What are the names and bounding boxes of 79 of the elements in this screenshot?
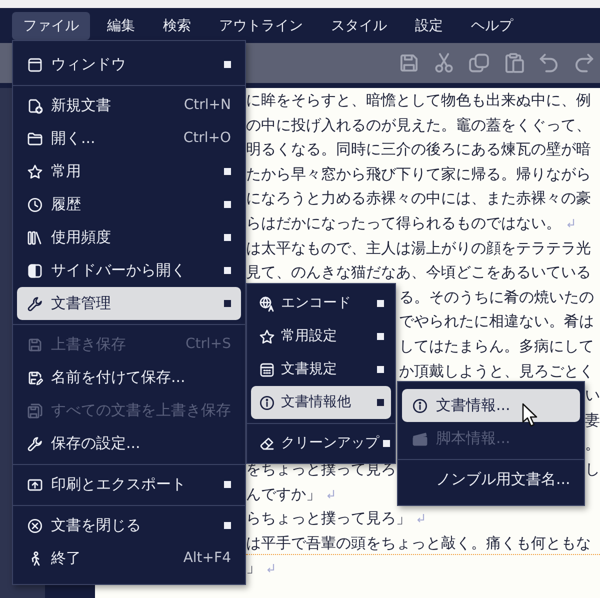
sidebar-icon <box>27 262 43 278</box>
text-line: に眸をそらすと、暗憺として物色も出来ぬ中に、例 <box>246 90 591 111</box>
menu-item[interactable]: 印刷とエクスポート <box>17 468 241 501</box>
menu-bar-item[interactable]: 設定 <box>404 12 454 40</box>
redo-icon[interactable] <box>573 52 595 74</box>
menu-item[interactable]: 使用頻度 <box>17 221 241 254</box>
menu-bar-item[interactable]: スタイル <box>320 12 398 40</box>
folder-icon <box>27 130 43 146</box>
text-line: 見て、のんきな猫だなあ、今頃どこをあるいている <box>246 262 591 284</box>
menu-item[interactable]: 文書情報他 <box>251 386 391 419</box>
menu-item[interactable]: 常用設定 <box>251 320 391 353</box>
export-icon <box>27 476 43 492</box>
calendar-icon <box>259 362 275 378</box>
star-icon <box>27 164 43 180</box>
text-line: の中に投げ入れるのが見えた。竈の蓋をくぐって、 <box>246 114 591 136</box>
menu-item[interactable]: 常用 <box>17 155 241 188</box>
eraser-icon <box>259 436 275 452</box>
menu-item[interactable]: 履歴 <box>17 188 241 221</box>
mouse-pointer-icon <box>522 403 539 428</box>
bars-icon <box>27 230 43 246</box>
clock-icon <box>27 196 43 212</box>
menu-bar-item[interactable]: ヘルプ <box>460 12 524 40</box>
undo-icon[interactable] <box>538 52 560 74</box>
menu-item[interactable]: 文書情報... <box>402 389 580 422</box>
menu-item[interactable]: クリーンアップ <box>251 427 391 460</box>
text-line: してはたまらん。多病にして <box>399 336 594 357</box>
text-line: し <box>585 458 600 480</box>
text-line: 妻 <box>585 410 600 431</box>
text-line: い <box>585 385 600 406</box>
text-line: は太平なもので、主人は湯上がりの顔をテラテラ光 <box>246 238 591 259</box>
menu-item[interactable]: 開く... Ctrl+O <box>17 122 241 155</box>
shortcut-label: Alt+F4 <box>183 549 231 568</box>
new-document-icon <box>27 98 43 114</box>
text-line: 明るくなる。同時に三介の後ろにある煉瓦の壁が暗 <box>246 139 591 160</box>
window-icon <box>27 56 43 72</box>
menu-item[interactable]: 保存の設定... <box>17 427 241 460</box>
save-all-icon <box>27 402 43 418</box>
text-line: になろうと力める赤裸々の中には、また赤裸々の豪 <box>246 188 591 210</box>
text-line: らちょっと撲って見ろ」 <box>246 508 411 530</box>
clapperboard-icon <box>412 430 428 446</box>
menu-item[interactable]: 新規文書 Ctrl+N <box>17 89 241 122</box>
menu-bar-item[interactable]: 編集 <box>96 12 146 40</box>
save-icon <box>27 336 43 352</box>
menu-item[interactable]: 文書管理 <box>17 287 241 320</box>
menu-bar-item[interactable]: ファイル <box>12 12 90 40</box>
menu-item[interactable]: 終了 Alt+F4 <box>17 542 241 575</box>
menu-bar-item[interactable]: アウトライン <box>208 12 314 40</box>
text-line: 」 <box>246 557 261 578</box>
text-line: でやられたに相違ない。肴は <box>399 311 594 332</box>
text-line: らはだかになったって得られるものではない。 <box>246 212 561 234</box>
menu-item[interactable]: ノンブル用文書名... <box>402 463 580 496</box>
menu-bar-item[interactable]: 検索 <box>152 12 202 40</box>
text-line: 。 <box>585 434 600 456</box>
text-line: んですか」 <box>246 484 321 504</box>
text-line: は平手で吾輩の頭をちょっと敲く。痛くも何ともな <box>246 532 591 554</box>
text-line: たから早々窓から飛び下りて家に帰る。帰りながら <box>246 164 591 185</box>
info-icon <box>259 394 275 410</box>
shortcut-label: Ctrl+O <box>183 129 231 148</box>
shortcut-label: Ctrl+S <box>185 335 231 354</box>
wrench-icon <box>27 436 43 452</box>
save-icon[interactable] <box>398 52 420 74</box>
text-line: か頂戴しようと、見ろごとく <box>399 360 594 382</box>
shortcut-label: Ctrl+N <box>184 96 231 115</box>
menu-item[interactable]: 文書規定 <box>251 353 391 386</box>
menu-item[interactable]: サイドバーから開く <box>17 254 241 287</box>
globe-icon <box>259 296 275 312</box>
menu-item[interactable]: エンコード <box>251 287 391 320</box>
close-icon <box>27 518 43 534</box>
save-edit-icon <box>27 370 43 386</box>
copy-icon[interactable] <box>468 52 490 74</box>
wrench-icon <box>27 296 43 312</box>
star-icon <box>259 328 275 344</box>
menu-item[interactable]: 名前を付けて保存... <box>17 361 241 394</box>
info-icon <box>412 398 428 414</box>
scissors-icon[interactable] <box>433 52 455 74</box>
menu-item[interactable]: 文書を閉じる <box>17 509 241 542</box>
menu-item[interactable]: ウィンドウ <box>17 48 241 81</box>
text-line: る。そのうちに肴の焼いたの <box>399 286 594 308</box>
paste-icon[interactable] <box>503 52 525 74</box>
